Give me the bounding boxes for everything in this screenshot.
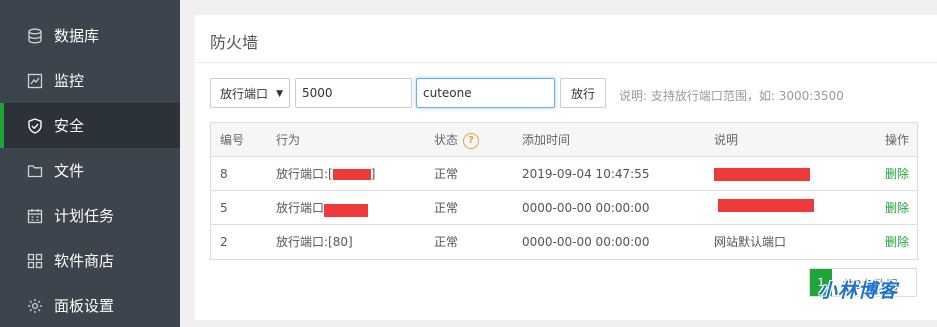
row-action: 放行端口:[80] (276, 235, 353, 249)
sidebar: 数据库 监控 安全 文件 计划任务 软件商店 面板设置 (0, 0, 180, 327)
col-op-header: 操作 (884, 133, 909, 147)
sidebar-item-monitor[interactable]: 监控 (0, 58, 180, 103)
row-id: 2 (220, 235, 228, 249)
delete-link[interactable]: 删除 (885, 157, 909, 191)
col-id-header: 编号 (220, 133, 245, 147)
sidebar-item-files[interactable]: 文件 (0, 148, 180, 193)
monitor-icon (26, 72, 44, 90)
sidebar-item-label: 面板设置 (54, 297, 115, 315)
watermark-logo: 小林博客 (818, 280, 899, 302)
title-divider (195, 62, 937, 63)
row-time: 2019-09-04 10:47:55 (522, 167, 650, 181)
sidebar-item-label: 软件商店 (54, 252, 115, 270)
redaction-block (324, 203, 369, 217)
database-icon (26, 27, 44, 45)
row-desc (714, 157, 810, 191)
row-desc: 网站默认端口 (714, 235, 787, 249)
row-time: 0000-00-00 00:00:00 (522, 235, 650, 249)
row-action-text: 放行端口 (276, 201, 325, 215)
row-desc (714, 191, 814, 225)
grid-icon (26, 252, 44, 270)
delete-link[interactable]: 删除 (885, 191, 909, 225)
sidebar-item-label: 监控 (54, 72, 85, 90)
caret-down-icon: ▼ (276, 89, 283, 99)
sidebar-item-cron[interactable]: 计划任务 (0, 193, 180, 238)
sidebar-item-security[interactable]: 安全 (0, 103, 180, 148)
col-action-header: 行为 (276, 133, 301, 147)
folder-icon (26, 162, 44, 180)
row-status: 正常 (434, 201, 459, 215)
sidebar-item-settings[interactable]: 面板设置 (0, 283, 180, 327)
table-row: 8 放行端口:[] 正常 2019-09-04 10:47:55 删除 (211, 157, 917, 191)
sidebar-item-label: 计划任务 (54, 207, 115, 225)
sidebar-item-label: 安全 (54, 117, 85, 135)
table-row: 5 放行端口 正常 0000-00-00 00:00:00 删除 (211, 191, 917, 225)
shield-icon (26, 117, 44, 135)
redaction-block (718, 199, 814, 212)
col-desc-header: 说明 (714, 133, 739, 147)
port-input[interactable] (295, 78, 412, 108)
redaction-block (332, 169, 371, 180)
sidebar-item-label: 文件 (54, 162, 85, 180)
col-status-label: 状态 (434, 133, 459, 147)
firewall-table: 编号 行为 状态? 添加时间 说明 操作 8 放行端口:[] 正常 2019-0… (210, 122, 918, 260)
row-action: 放行端口:[] (276, 167, 376, 181)
row-time: 0000-00-00 00:00:00 (522, 201, 650, 215)
page-title: 防火墙 (210, 33, 259, 52)
gear-icon (26, 297, 44, 315)
sidebar-item-label: 数据库 (54, 27, 100, 45)
delete-link[interactable]: 删除 (885, 225, 909, 259)
rule-type-select[interactable]: 放行端口 ▼ (210, 78, 290, 108)
sidebar-item-store[interactable]: 软件商店 (0, 238, 180, 283)
note-input[interactable] (416, 78, 555, 108)
sidebar-item-database[interactable]: 数据库 (0, 13, 180, 58)
col-time-header: 添加时间 (522, 133, 571, 147)
help-icon[interactable]: ? (463, 132, 480, 149)
hint-text: 说明: 支持放行端口范围，如: 3000:3500 (619, 89, 844, 103)
col-status-header: 状态? (434, 123, 480, 157)
firewall-panel: 防火墙 放行端口 ▼ 放行 说明: 支持放行端口范围，如: 3000:3500 … (195, 15, 937, 320)
row-id: 8 (220, 167, 228, 181)
calendar-icon (26, 207, 44, 225)
redaction-block (714, 168, 810, 181)
row-status: 正常 (434, 235, 459, 249)
rule-type-value: 放行端口 (220, 86, 269, 101)
table-row: 2 放行端口:[80] 正常 0000-00-00 00:00:00 网站默认端… (211, 225, 917, 259)
row-status: 正常 (434, 167, 459, 181)
row-action: 放行端口 (276, 191, 369, 225)
table-header: 编号 行为 状态? 添加时间 说明 操作 (211, 123, 917, 157)
allow-button[interactable]: 放行 (560, 78, 606, 108)
row-action-text: 放行端口:[ (276, 167, 333, 181)
row-id: 5 (220, 201, 228, 215)
